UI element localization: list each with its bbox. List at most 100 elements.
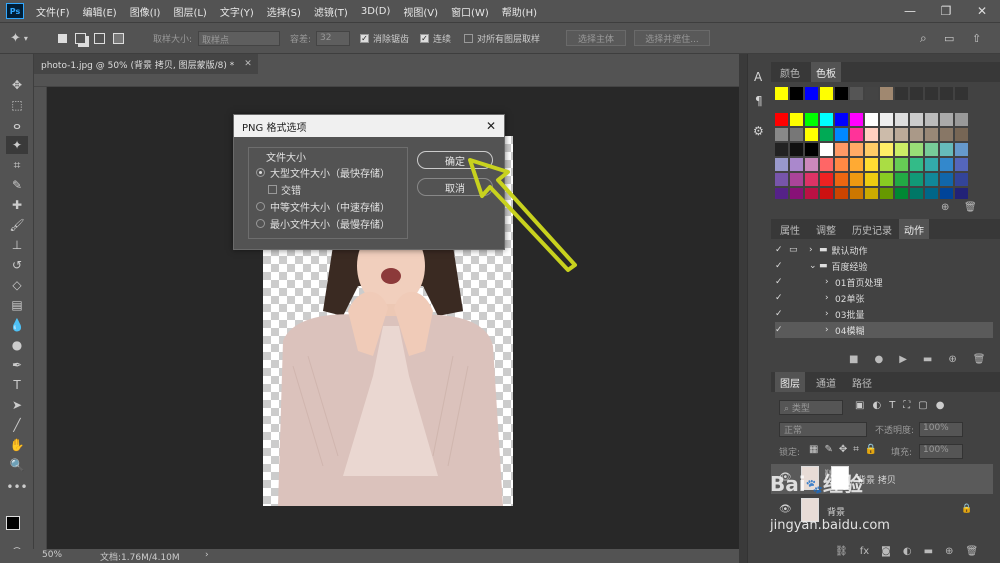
new-layer-icon[interactable]: ⊕ <box>945 546 953 557</box>
tab-layers[interactable]: 图层 <box>775 372 805 392</box>
lock-artboard-icon[interactable]: ⌗ <box>853 444 859 455</box>
action-row[interactable]: ✓ › 03批量 <box>775 306 993 322</box>
contiguous-checkbox[interactable]: ✓ 连续 <box>420 23 451 53</box>
text-filter-icon[interactable]: T <box>889 400 895 411</box>
action-row[interactable]: ✓ › 01首页处理 <box>775 274 993 290</box>
type-tool-icon[interactable]: T <box>6 376 28 394</box>
tab-swatches[interactable]: 色板 <box>811 62 841 82</box>
action-row[interactable]: ✓ › 02单张 <box>775 290 993 306</box>
filter-toggle-icon[interactable]: ● <box>936 400 945 411</box>
magic-wand-icon[interactable]: ✦ ▾ <box>10 23 28 53</box>
history-brush-icon[interactable]: ↺ <box>6 256 28 274</box>
share-icon[interactable]: ⇧ <box>972 23 981 53</box>
workspace-icon[interactable]: ▭ <box>944 23 954 53</box>
tab-channels[interactable]: 通道 <box>811 372 841 392</box>
menu-window[interactable]: 窗口(W) <box>451 4 489 19</box>
blend-mode-select[interactable]: 正常 <box>779 422 867 437</box>
tab-properties[interactable]: 属性 <box>775 219 805 239</box>
adjustment-layer-icon[interactable]: ◐ <box>903 546 912 557</box>
select-and-mask-button[interactable]: 选择并遮住... <box>634 30 710 46</box>
image-filter-icon[interactable]: ▣ <box>855 400 864 411</box>
new-action-icon[interactable]: ⊕ <box>948 354 956 365</box>
brush-tool-icon[interactable]: 🖌 <box>6 216 28 234</box>
lock-paint-icon[interactable]: ✎ <box>824 444 832 455</box>
close-dialog-icon[interactable]: ✕ <box>486 119 496 133</box>
intersect-selection-icon[interactable] <box>113 32 124 44</box>
lasso-tool-icon[interactable]: ⴰ <box>6 116 28 134</box>
menu-edit[interactable]: 编辑(E) <box>83 4 117 19</box>
zoom-tool-icon[interactable]: 🔍 <box>6 456 28 474</box>
record-icon[interactable]: ● <box>874 354 883 365</box>
shape-filter-icon[interactable]: ⛶ <box>903 400 910 411</box>
new-swatch-icon[interactable]: ⊕ <box>941 202 949 213</box>
adjust-filter-icon[interactable]: ◐ <box>872 400 881 411</box>
tab-color[interactable]: 颜色 <box>775 62 805 82</box>
menu-help[interactable]: 帮助(H) <box>502 4 537 19</box>
group-icon[interactable]: ▬ <box>924 546 933 557</box>
action-row-selected[interactable]: ✓ › 04模糊 <box>775 322 993 338</box>
fill-input[interactable]: 100% <box>919 444 963 459</box>
document-tab[interactable]: photo-1.jpg @ 50% (背景 拷贝, 图层蒙版/8) * ✕ <box>34 54 258 74</box>
tab-paths[interactable]: 路径 <box>847 372 877 392</box>
menu-type[interactable]: 文字(Y) <box>220 4 254 19</box>
menu-3d[interactable]: 3D(D) <box>361 6 391 17</box>
option-small-file[interactable]: 最小文件大小（最慢存储） <box>256 216 390 231</box>
stop-icon[interactable]: ■ <box>849 354 858 365</box>
tab-actions[interactable]: 动作 <box>899 219 929 239</box>
layer-filter-select[interactable]: ⌕ 类型 <box>779 400 843 415</box>
foreground-color-swatch[interactable] <box>6 516 20 530</box>
tab-history[interactable]: 历史记录 <box>847 219 897 239</box>
new-set-icon[interactable]: ▬ <box>923 354 932 365</box>
healing-tool-icon[interactable]: ✚ <box>6 196 28 214</box>
option-large-file[interactable]: 大型文件大小（最快存储） <box>256 165 390 180</box>
menu-select[interactable]: 选择(S) <box>267 4 301 19</box>
path-select-icon[interactable]: ➤ <box>6 396 28 414</box>
sample-size-select[interactable]: 取样点 <box>198 31 280 46</box>
delete-action-icon[interactable]: 🗑 <box>973 354 986 365</box>
new-selection-icon[interactable] <box>58 33 67 43</box>
close-tab-icon[interactable]: ✕ <box>244 59 252 69</box>
eyedropper-tool-icon[interactable]: ✎ <box>6 176 28 194</box>
action-set-row[interactable]: ✓ ⌄ ▬ 百度经验 <box>775 258 993 274</box>
line-tool-icon[interactable]: ╱ <box>6 416 28 434</box>
lock-pixels-icon[interactable]: ▦ <box>809 444 818 455</box>
smart-filter-icon[interactable]: ▢ <box>918 400 927 411</box>
tolerance-input[interactable]: 32 <box>316 31 350 46</box>
move-tool-icon[interactable]: ✥ <box>6 76 28 94</box>
swatch-grid[interactable] <box>775 87 979 199</box>
visibility-icon[interactable]: 👁 <box>779 504 792 515</box>
option-interlaced[interactable]: 交错 <box>268 182 301 197</box>
eraser-tool-icon[interactable]: ◇ <box>6 276 28 294</box>
menu-filter[interactable]: 滤镜(T) <box>314 4 348 19</box>
search-icon[interactable]: ⌕ <box>920 23 927 53</box>
option-medium-file[interactable]: 中等文件大小（中速存储） <box>256 199 390 214</box>
tab-adjustments[interactable]: 调整 <box>811 219 841 239</box>
crop-tool-icon[interactable]: ⌗ <box>6 156 28 174</box>
close-window-button[interactable]: ✕ <box>964 0 1000 22</box>
antialias-checkbox[interactable]: ✓ 消除锯齿 <box>360 23 409 53</box>
add-mask-icon[interactable]: ◙ <box>881 546 891 557</box>
canvas-vertical-scrollbar[interactable] <box>739 54 747 563</box>
all-layers-checkbox[interactable]: 对所有图层取样 <box>464 23 540 53</box>
paragraph-panel-icon[interactable]: ¶ <box>755 94 763 108</box>
fx-icon[interactable]: fx <box>860 546 869 557</box>
delete-swatch-icon[interactable]: 🗑 <box>964 202 977 213</box>
stamp-tool-icon[interactable]: ⊥ <box>6 236 28 254</box>
play-icon[interactable]: ▶ <box>899 354 907 365</box>
menu-view[interactable]: 视图(V) <box>403 4 438 19</box>
link-layers-icon[interactable]: ⛓ <box>835 546 848 557</box>
dodge-tool-icon[interactable]: ● <box>6 336 28 354</box>
menu-layer[interactable]: 图层(L) <box>173 4 206 19</box>
hand-tool-icon[interactable]: ✋ <box>6 436 28 454</box>
gradient-tool-icon[interactable]: ▤ <box>6 296 28 314</box>
menu-image[interactable]: 图像(I) <box>130 4 161 19</box>
select-subject-button[interactable]: 选择主体 <box>566 30 626 46</box>
lock-all-icon[interactable]: 🔒 <box>865 444 877 455</box>
subtract-selection-icon[interactable] <box>94 32 105 44</box>
zoom-level[interactable]: 50% <box>42 550 62 560</box>
add-selection-icon[interactable] <box>75 32 86 44</box>
marquee-tool-icon[interactable]: ⬚ <box>6 96 28 114</box>
lock-position-icon[interactable]: ✥ <box>839 444 847 455</box>
status-menu-arrow-icon[interactable]: › <box>205 550 209 560</box>
action-set-row[interactable]: ✓ ▭ › ▬ 默认动作 <box>775 242 993 258</box>
